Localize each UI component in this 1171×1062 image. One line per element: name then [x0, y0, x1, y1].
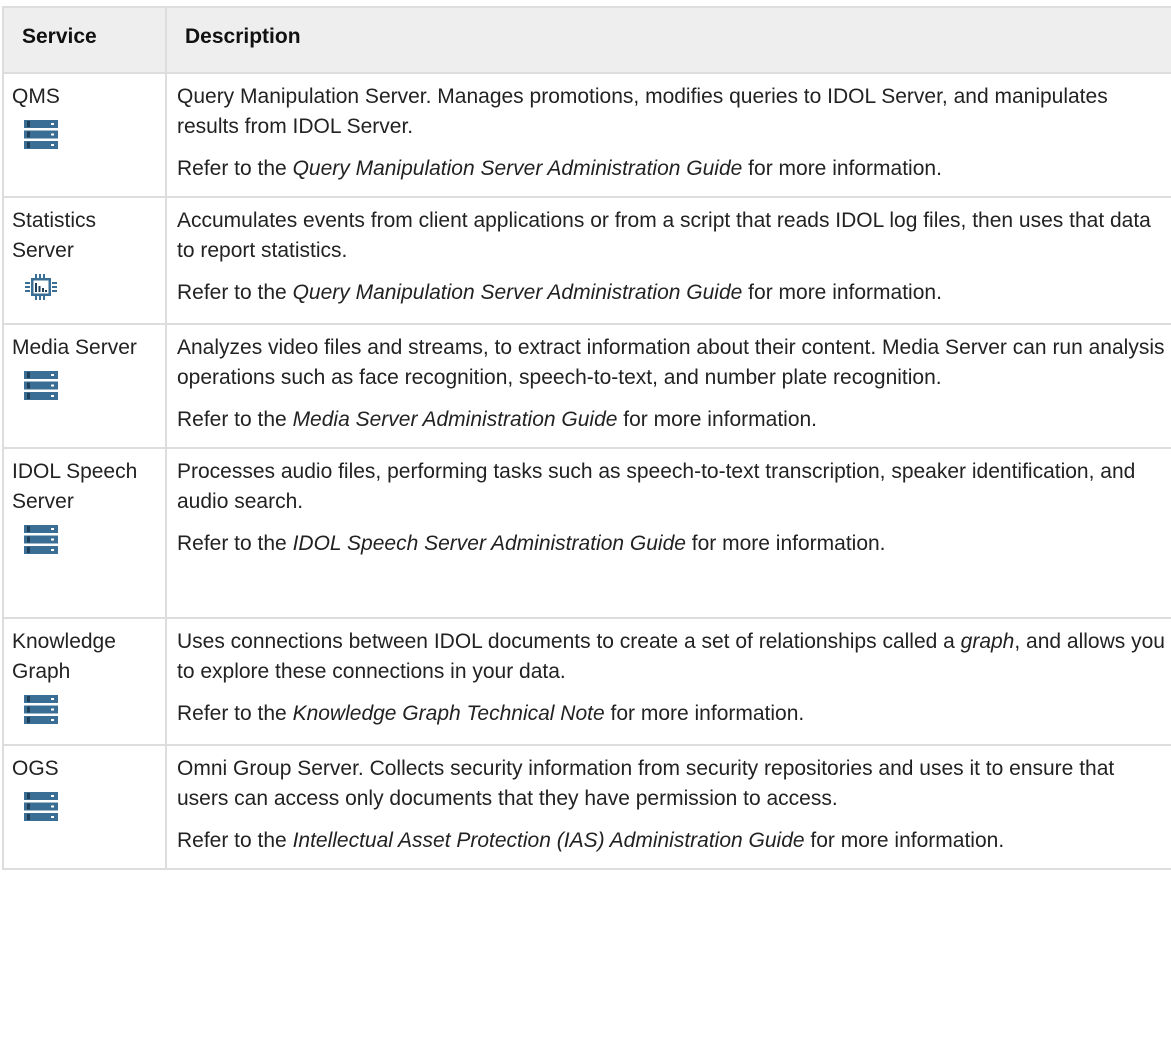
service-cell: Statistics Server	[2, 196, 167, 325]
header-service: Service	[2, 6, 167, 74]
reference-text: Refer to the Knowledge Graph Technical N…	[177, 699, 1166, 729]
description-text: Analyzes video files and streams, to ext…	[177, 336, 1165, 389]
table-row: IDOL Speech Server Processes audio files…	[2, 447, 1171, 619]
ref-suffix: for more information.	[604, 702, 805, 725]
description-before: Uses connections between IDOL documents …	[177, 630, 961, 653]
service-name: IDOL Speech Server	[12, 460, 138, 513]
server-rack-icon	[24, 792, 58, 822]
table-row: QMS Query Manipulation Server. Manages p…	[2, 72, 1171, 198]
guide-title: IDOL Speech Server Administration Guide	[292, 532, 686, 555]
guide-title: Query Manipulation Server Administration…	[292, 281, 743, 304]
description-cell: Query Manipulation Server. Manages promo…	[165, 72, 1171, 198]
ref-suffix: for more information.	[685, 532, 886, 555]
server-rack-icon	[24, 371, 58, 401]
description-text: Accumulates events from client applicati…	[177, 209, 1151, 262]
description-text: Processes audio files, performing tasks …	[177, 460, 1136, 513]
header-description: Description	[165, 6, 1171, 74]
ref-prefix: Refer to the	[177, 281, 293, 304]
description-cell: Analyzes video files and streams, to ext…	[165, 323, 1171, 449]
ref-suffix: for more information.	[742, 157, 942, 180]
service-cell: Media Server	[2, 323, 167, 449]
service-cell: IDOL Speech Server	[2, 447, 167, 619]
reference-text: Refer to the Query Manipulation Server A…	[177, 154, 1166, 184]
ref-prefix: Refer to the	[177, 408, 293, 431]
services-table: Service Description QMS Query Manipulati…	[2, 6, 1171, 870]
table-row: Statistics Server Accumulates events fro…	[2, 196, 1171, 325]
description-term: graph	[960, 630, 1015, 653]
description-text: Omni Group Server. Collects security inf…	[177, 757, 1115, 810]
description-text: Uses connections between IDOL documents …	[177, 627, 1166, 687]
service-cell: OGS	[2, 744, 167, 870]
service-name: QMS	[12, 85, 60, 108]
server-rack-icon	[24, 120, 58, 150]
service-name: OGS	[12, 757, 59, 780]
service-cell: QMS	[2, 72, 167, 198]
guide-title: Knowledge Graph Technical Note	[292, 702, 605, 725]
reference-text: Refer to the Media Server Administration…	[177, 405, 1166, 435]
ref-prefix: Refer to the	[177, 532, 293, 555]
table-header-row: Service Description	[2, 6, 1171, 74]
ref-prefix: Refer to the	[177, 157, 293, 180]
reference-text: Refer to the Intellectual Asset Protecti…	[177, 826, 1166, 856]
ref-suffix: for more information.	[804, 829, 1005, 852]
service-name: Statistics Server	[12, 209, 97, 262]
table-row: OGS Omni Group Server. Collects security…	[2, 744, 1171, 870]
service-name: Knowledge Graph	[12, 630, 116, 683]
reference-text: Refer to the IDOL Speech Server Administ…	[177, 529, 1166, 559]
chip-chart-icon	[24, 274, 58, 304]
description-text: Query Manipulation Server. Manages promo…	[177, 85, 1108, 138]
guide-title: Intellectual Asset Protection (IAS) Admi…	[292, 829, 805, 852]
service-cell: Knowledge Graph	[2, 617, 167, 746]
description-cell: Accumulates events from client applicati…	[165, 196, 1171, 325]
description-cell: Processes audio files, performing tasks …	[165, 447, 1171, 619]
reference-text: Refer to the Query Manipulation Server A…	[177, 278, 1166, 308]
ref-suffix: for more information.	[617, 408, 818, 431]
ref-prefix: Refer to the	[177, 702, 293, 725]
server-rack-icon	[24, 525, 58, 555]
description-cell: Omni Group Server. Collects security inf…	[165, 744, 1171, 870]
ref-prefix: Refer to the	[177, 829, 293, 852]
server-rack-icon	[24, 695, 58, 725]
table-row: Media Server Analyzes video files and st…	[2, 323, 1171, 449]
guide-title: Media Server Administration Guide	[292, 408, 618, 431]
service-name: Media Server	[12, 336, 137, 359]
table-row: Knowledge Graph Uses connections between…	[2, 617, 1171, 746]
guide-title: Query Manipulation Server Administration…	[292, 157, 743, 180]
ref-suffix: for more information.	[742, 281, 942, 304]
description-cell: Uses connections between IDOL documents …	[165, 617, 1171, 746]
